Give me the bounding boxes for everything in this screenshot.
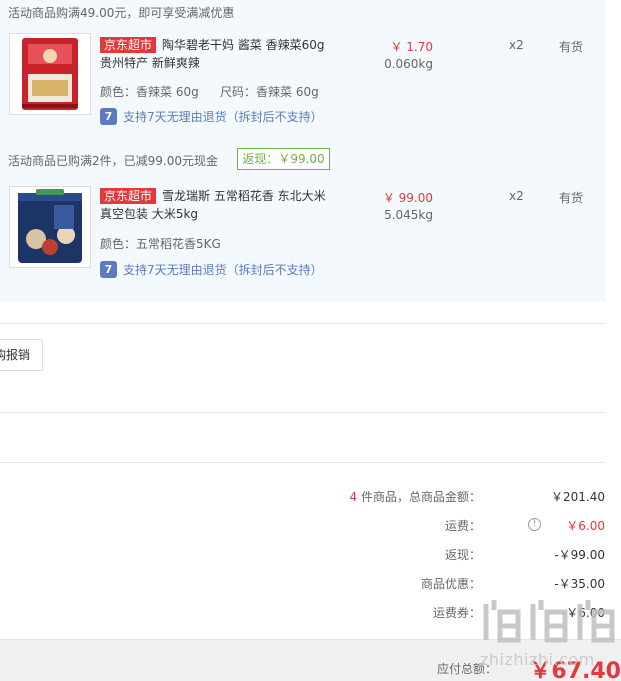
discount-value: -￥35.00 — [554, 577, 605, 591]
product-weight: 5.045kg — [384, 208, 433, 222]
stock-status: 有货 — [559, 191, 584, 205]
rebate-badge: 返现：￥99.00 — [237, 148, 330, 170]
product-title[interactable]: 京东超市 陶华碧老干妈 酱菜 香辣菜60g 贵州特产 新鲜爽辣 — [100, 36, 340, 72]
info-circle-icon[interactable]: ! — [528, 518, 541, 531]
summary-rebate-row: 返现： -￥99.00 — [0, 546, 605, 564]
cart-shop-panel: 活动商品购满49.00元，即可享受满减优惠 京东超市 陶华碧老干妈 酱菜 香辣菜6… — [0, 0, 605, 302]
promo-text: 活动商品购满49.00元，即可享受满减优惠 — [8, 6, 235, 20]
rebate-label: 返现： — [444, 548, 481, 562]
divider — [0, 462, 605, 463]
product-price: ￥ 1.70 — [390, 40, 433, 54]
summary-total-label: 4 件商品，总商品金额： — [350, 488, 481, 505]
watermark-text: zhizhizhi.com — [480, 650, 595, 669]
product-size-attr: 尺码：香辣菜 60g — [220, 85, 319, 99]
promo-text: 活动商品已购满2件，已减99.00元现金 — [8, 154, 218, 168]
summary-shipping-row: 运费： ! ￥6.00 — [0, 517, 605, 535]
stock-status: 有货 — [559, 40, 584, 54]
product-price: ￥ 99.00 — [382, 191, 433, 205]
summary-total-value: ￥201.40 — [551, 490, 605, 504]
product-title[interactable]: 京东超市 雪龙瑞斯 五常稻花香 东北大米 真空包装 大米5kg — [100, 187, 340, 223]
product-thumbnail[interactable] — [9, 186, 91, 268]
watermark-logo — [478, 598, 620, 644]
shipping-label: 运费： — [444, 519, 481, 533]
return-policy-icon: 7 — [100, 261, 117, 278]
item-count-label: 件商品，总商品金额： — [357, 490, 481, 504]
discount-label: 商品优惠： — [420, 577, 481, 591]
product-thumbnail[interactable] — [9, 33, 91, 115]
jd-supermarket-badge: 京东超市 — [100, 37, 157, 53]
rebate-value: -￥99.00 — [554, 548, 605, 562]
product-quantity: x2 — [509, 189, 524, 203]
return-policy-text[interactable]: 支持7天无理由退货（拆封后不支持） — [123, 108, 323, 125]
divider — [0, 412, 605, 413]
summary-discount-row: 商品优惠： -￥35.00 — [0, 575, 605, 593]
return-policy[interactable]: 7 支持7天无理由退货（拆封后不支持） — [100, 108, 323, 125]
shipping-value: ￥6.00 — [566, 519, 605, 533]
divider — [0, 323, 605, 324]
return-policy[interactable]: 7 支持7天无理由退货（拆封后不支持） — [100, 261, 323, 278]
product-weight: 0.060kg — [384, 57, 433, 71]
return-policy-icon: 7 — [100, 108, 117, 125]
coupon-label: 运费券： — [432, 606, 481, 620]
product-quantity: x2 — [509, 38, 524, 52]
return-policy-text[interactable]: 支持7天无理由退货（拆封后不支持） — [123, 261, 323, 278]
reimburse-button[interactable]: 购报销 — [0, 339, 43, 371]
jd-supermarket-badge: 京东超市 — [100, 188, 157, 204]
summary-total-row: 4 件商品，总商品金额： ￥201.40 — [0, 488, 605, 506]
product-color-attr: 颜色：香辣菜 60g — [100, 85, 199, 99]
product-color-attr: 颜色：五常稻花香5KG — [100, 237, 221, 251]
